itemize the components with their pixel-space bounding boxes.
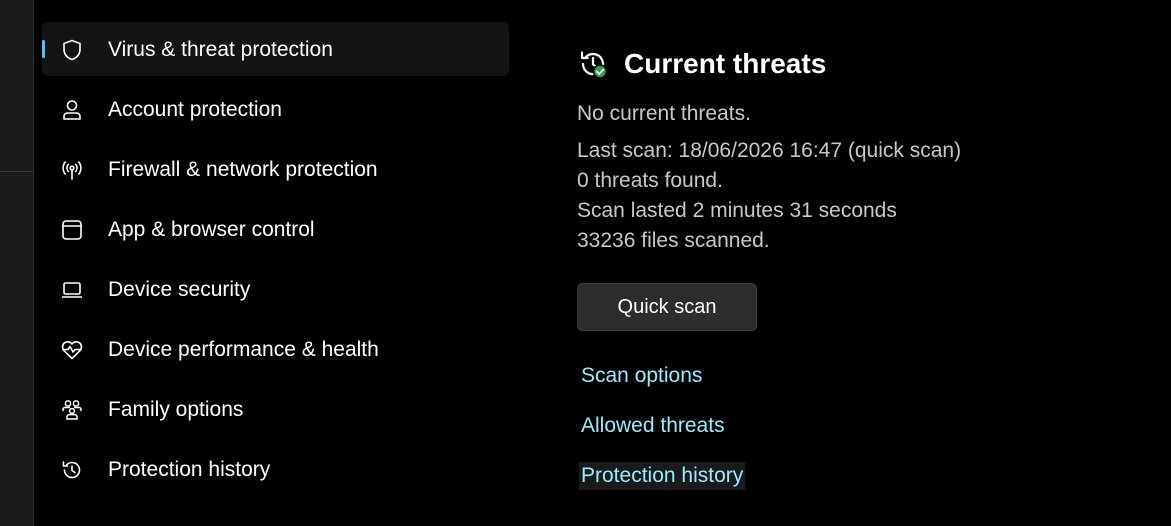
left-rail xyxy=(0,0,34,526)
sidebar-item-label: Account protection xyxy=(108,98,282,121)
heart-pulse-icon xyxy=(59,337,85,363)
page-title: Current threats xyxy=(624,48,827,79)
sidebar-item-label: Firewall & network protection xyxy=(108,158,378,181)
sidebar-item-label: App & browser control xyxy=(108,218,315,241)
app-window: Virus & threat protection Account protec… xyxy=(0,0,1171,526)
browser-window-icon xyxy=(59,217,85,243)
rail-divider xyxy=(0,171,34,172)
shield-icon xyxy=(59,37,85,63)
sidebar-item-label: Device security xyxy=(108,278,251,301)
sidebar-item-firewall-network-protection[interactable]: Firewall & network protection xyxy=(42,142,509,196)
threats-found: 0 threats found. xyxy=(577,169,723,192)
sidebar-item-virus-threat-protection[interactable]: Virus & threat protection xyxy=(42,22,509,76)
sidebar-item-app-browser-control[interactable]: App & browser control xyxy=(42,202,509,256)
last-scan-details: Last scan: 18/06/2026 16:47 (quick scan)… xyxy=(577,136,1157,256)
sidebar-item-family-options[interactable]: Family options xyxy=(42,382,509,436)
sidebar-item-label: Virus & threat protection xyxy=(108,38,333,61)
person-icon xyxy=(59,97,85,123)
sidebar-item-device-security[interactable]: Device security xyxy=(42,262,509,316)
sidebar-item-protection-history[interactable]: Protection history xyxy=(42,442,509,496)
wireless-antenna-icon xyxy=(59,157,85,183)
protection-history-link[interactable]: Protection history xyxy=(579,462,746,490)
last-scan-time: Last scan: 18/06/2026 16:47 (quick scan) xyxy=(577,139,962,162)
sidebar-item-label: Family options xyxy=(108,398,244,421)
scan-options-link[interactable]: Scan options xyxy=(579,362,704,390)
selected-indicator xyxy=(42,40,45,58)
sidebar-item-label: Device performance & health xyxy=(108,338,379,361)
allowed-threats-link[interactable]: Allowed threats xyxy=(579,412,727,440)
sidebar-item-label: Protection history xyxy=(108,458,271,481)
history-icon xyxy=(59,457,85,483)
section-header: Current threats xyxy=(577,46,1157,82)
laptop-icon xyxy=(59,277,85,303)
family-icon xyxy=(59,397,85,423)
current-threats-panel: Current threats No current threats. Last… xyxy=(577,46,1157,490)
sidebar-nav: Virus & threat protection Account protec… xyxy=(42,22,509,502)
scan-duration: Scan lasted 2 minutes 31 seconds xyxy=(577,199,897,222)
sidebar-item-account-protection[interactable]: Account protection xyxy=(42,82,509,136)
quick-scan-button[interactable]: Quick scan xyxy=(577,283,757,331)
files-scanned: 33236 files scanned. xyxy=(577,229,770,252)
sidebar-item-device-performance-health[interactable]: Device performance & health xyxy=(42,322,509,376)
history-check-icon xyxy=(577,48,609,80)
threat-status: No current threats. xyxy=(577,102,751,125)
